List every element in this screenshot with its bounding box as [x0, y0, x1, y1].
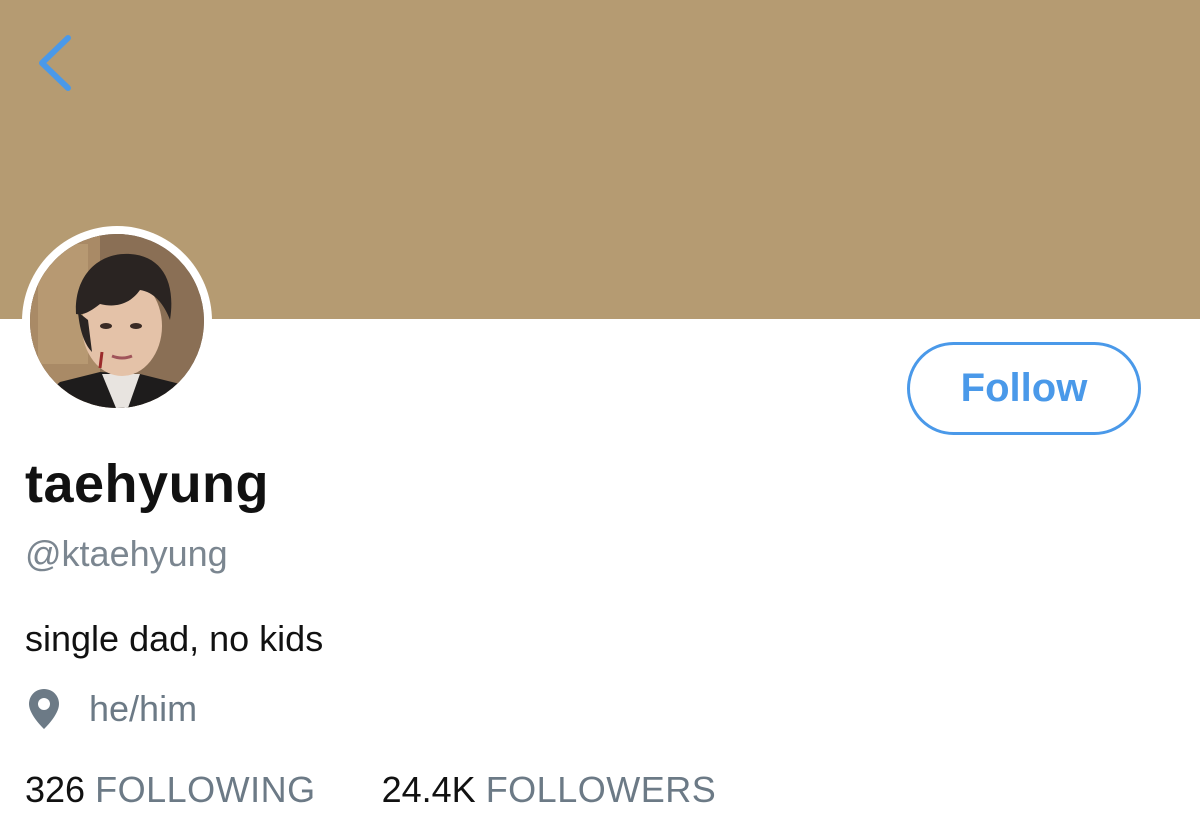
user-handle: @ktaehyung: [25, 533, 228, 574]
follow-button[interactable]: Follow: [907, 342, 1141, 435]
following-count: 326: [25, 769, 86, 810]
followers-stat[interactable]: 24.4K FOLLOWERS: [382, 769, 717, 811]
following-stat[interactable]: 326 FOLLOWING: [25, 769, 316, 811]
location-pin-icon: [27, 687, 61, 731]
profile-bio: single dad, no kids: [25, 618, 324, 659]
back-button[interactable]: [28, 28, 84, 98]
display-name: taehyung: [25, 454, 270, 514]
profile-page: Follow taehyung @ktaehyung single dad, n…: [0, 0, 1200, 840]
avatar[interactable]: [30, 234, 204, 408]
followers-label: FOLLOWERS: [485, 769, 717, 810]
location-text: he/him: [89, 688, 198, 729]
profile-stats: 326 FOLLOWING 24.4K FOLLOWERS: [25, 766, 716, 814]
location-row: he/him: [27, 686, 197, 732]
followers-count: 24.4K: [381, 769, 476, 810]
chevron-left-icon: [28, 28, 84, 98]
following-label: FOLLOWING: [95, 769, 316, 810]
avatar-frame: [22, 226, 212, 416]
